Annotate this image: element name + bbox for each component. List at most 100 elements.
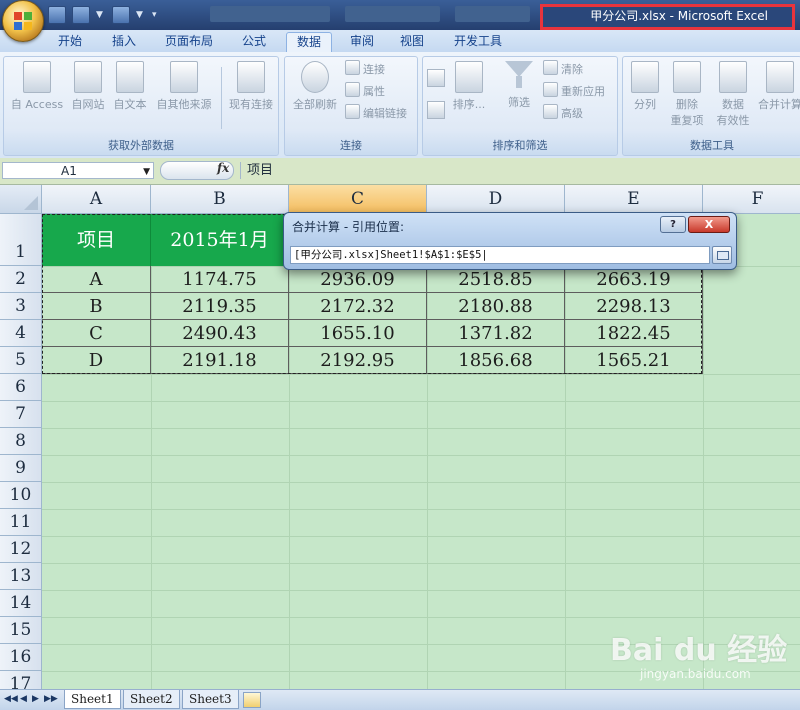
cell-a1[interactable]: 项目 — [42, 214, 151, 266]
properties-button[interactable]: 属性 — [345, 82, 385, 100]
consolidate-button[interactable]: 合并计算 — [757, 61, 800, 112]
save-icon[interactable] — [48, 6, 66, 24]
next-sheet-icon[interactable]: ▶ — [32, 694, 39, 704]
row-header-8[interactable]: 8 — [0, 428, 42, 455]
prev-sheet-icon[interactable]: ◀ — [20, 694, 27, 704]
first-sheet-icon[interactable]: ◀◀ — [4, 694, 18, 704]
group-label-sort-filter: 排序和筛选 — [492, 139, 548, 152]
table-cell[interactable]: 2192.95 — [289, 347, 427, 374]
table-cell[interactable]: 2172.32 — [289, 293, 427, 320]
table-cell[interactable]: 1371.82 — [427, 320, 565, 347]
table-cell[interactable]: A — [42, 266, 151, 293]
tab-page-layout[interactable]: 页面布局 — [156, 32, 222, 52]
sort-descending-button[interactable] — [427, 101, 445, 122]
sort-button[interactable]: 排序... — [449, 61, 489, 112]
row-header-9[interactable]: 9 — [0, 455, 42, 482]
filter-button[interactable]: 筛选 — [501, 61, 537, 110]
close-button[interactable]: X — [688, 216, 730, 233]
insert-sheet-icon[interactable] — [243, 692, 261, 708]
sort-icon — [455, 61, 483, 93]
reference-input[interactable]: [甲分公司.xlsx]Sheet1!$A$1:$E$5| — [290, 246, 710, 264]
name-box-dropdown-icon[interactable]: ▼ — [143, 164, 150, 181]
row-header-11[interactable]: 11 — [0, 509, 42, 536]
row-header-2[interactable]: 2 — [0, 266, 42, 293]
row-header-15[interactable]: 15 — [0, 617, 42, 644]
row-header-7[interactable]: 7 — [0, 401, 42, 428]
redo-icon[interactable] — [112, 6, 130, 24]
from-web-button[interactable]: 自网站 — [68, 61, 108, 112]
row-header-16[interactable]: 16 — [0, 644, 42, 671]
table-cell[interactable]: 1174.75 — [151, 266, 289, 293]
row-header-4[interactable]: 4 — [0, 320, 42, 347]
tab-home[interactable]: 开始 — [48, 32, 92, 52]
expand-dialog-icon[interactable] — [712, 246, 732, 264]
column-header-d[interactable]: D — [427, 185, 565, 214]
row-header-1[interactable]: 1 — [0, 214, 42, 266]
edit-links-button[interactable]: 编辑链接 — [345, 104, 407, 122]
redo-dropdown-icon[interactable]: ▼ — [136, 7, 146, 23]
column-header-e[interactable]: E — [565, 185, 703, 214]
row-header-14[interactable]: 14 — [0, 590, 42, 617]
data-validation-button[interactable]: 数据 有效性 — [711, 61, 755, 128]
table-cell[interactable]: 2518.85 — [427, 266, 565, 293]
row-header-6[interactable]: 6 — [0, 374, 42, 401]
sheet-tab-sheet1[interactable]: Sheet1 — [64, 690, 121, 709]
advanced-button[interactable]: 高级 — [543, 104, 583, 122]
sheet-tab-sheet2[interactable]: Sheet2 — [123, 690, 180, 709]
row-header-12[interactable]: 12 — [0, 536, 42, 563]
table-cell[interactable]: 2663.19 — [565, 266, 703, 293]
table-cell[interactable]: 1655.10 — [289, 320, 427, 347]
clear-button[interactable]: 清除 — [543, 60, 583, 78]
table-cell[interactable]: 2936.09 — [289, 266, 427, 293]
formula-input[interactable]: 项目 — [240, 162, 796, 179]
table-cell[interactable]: D — [42, 347, 151, 374]
last-sheet-icon[interactable]: ▶▶ — [44, 694, 58, 704]
from-access-button[interactable]: 自 Access — [6, 61, 68, 112]
sheet-tab-sheet3[interactable]: Sheet3 — [182, 690, 239, 709]
text-to-columns-button[interactable]: 分列 — [625, 61, 665, 112]
select-all-button[interactable] — [0, 185, 42, 214]
row-header-3[interactable]: 3 — [0, 293, 42, 320]
table-cell[interactable]: 1565.21 — [565, 347, 703, 374]
tab-formulas[interactable]: 公式 — [232, 32, 276, 52]
table-cell[interactable]: C — [42, 320, 151, 347]
office-button[interactable] — [2, 0, 44, 42]
remove-duplicates-button[interactable]: 删除 重复项 — [667, 61, 707, 128]
column-header-f[interactable]: F — [703, 185, 800, 214]
undo-dropdown-icon[interactable]: ▼ — [96, 7, 106, 23]
from-text-button[interactable]: 自文本 — [110, 61, 150, 112]
table-cell[interactable]: 2180.88 — [427, 293, 565, 320]
table-cell[interactable]: 1822.45 — [565, 320, 703, 347]
row-header-17[interactable]: 17 — [0, 671, 42, 689]
tab-insert[interactable]: 插入 — [102, 32, 146, 52]
table-cell[interactable]: 1856.68 — [427, 347, 565, 374]
tab-view[interactable]: 视图 — [390, 32, 434, 52]
table-cell[interactable]: 2191.18 — [151, 347, 289, 374]
table-cell[interactable]: 2298.13 — [565, 293, 703, 320]
tab-developer[interactable]: 开发工具 — [446, 32, 510, 52]
table-cell[interactable]: 2490.43 — [151, 320, 289, 347]
name-box[interactable]: A1 ▼ — [2, 162, 154, 179]
undo-icon[interactable] — [72, 6, 90, 24]
existing-connections-button[interactable]: 现有连接 — [224, 61, 278, 112]
column-header-b[interactable]: B — [151, 185, 289, 214]
from-other-sources-button[interactable]: 自其他来源 — [152, 61, 216, 112]
cell-b1[interactable]: 2015年1月 — [151, 214, 289, 266]
row-header-5[interactable]: 5 — [0, 347, 42, 374]
connections-button[interactable]: 连接 — [345, 60, 385, 78]
help-button[interactable]: ? — [660, 216, 686, 233]
insert-function-button[interactable]: fx — [217, 161, 229, 175]
refresh-all-button[interactable]: 全部刷新 — [287, 61, 343, 112]
sort-ascending-button[interactable] — [427, 69, 445, 90]
row-header-13[interactable]: 13 — [0, 563, 42, 590]
table-cell[interactable]: 2119.35 — [151, 293, 289, 320]
table-cell[interactable]: B — [42, 293, 151, 320]
tab-review[interactable]: 审阅 — [340, 32, 384, 52]
reapply-button[interactable]: 重新应用 — [543, 82, 605, 100]
row-header-10[interactable]: 10 — [0, 482, 42, 509]
customize-toolbar-icon[interactable]: ▾ — [152, 7, 162, 23]
column-header-c[interactable]: C — [289, 185, 427, 214]
data-validation-icon — [719, 61, 747, 93]
tab-data[interactable]: 数据 — [286, 32, 332, 53]
column-header-a[interactable]: A — [42, 185, 151, 214]
